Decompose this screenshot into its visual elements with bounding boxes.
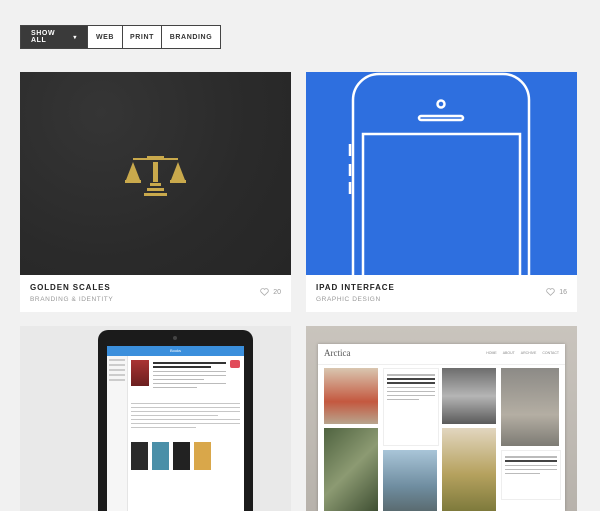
- filter-show-all[interactable]: SHOW ALL ▾: [21, 26, 87, 48]
- photo-tile: [442, 368, 496, 424]
- arctica-nav-item: ABOUT: [502, 351, 515, 355]
- heart-icon: [230, 360, 240, 368]
- like-count: 16: [559, 288, 567, 296]
- like-count: 20: [273, 288, 281, 296]
- card-category[interactable]: BRANDING & IDENTITY: [30, 296, 113, 303]
- tablet-app-title: Books: [169, 348, 182, 353]
- photo-tile: [442, 428, 496, 511]
- book-description: [131, 400, 240, 431]
- tablet-main: [131, 360, 240, 511]
- post-card: [501, 450, 561, 500]
- card-category[interactable]: GRAPHIC DESIGN: [316, 296, 381, 303]
- card-title[interactable]: IPAD INTERFACE: [316, 283, 395, 292]
- photo-tile: [324, 428, 378, 511]
- filter-web-label: WEB: [95, 33, 115, 41]
- arctica-nav-item: HOME: [486, 351, 497, 355]
- filter-branding-label: BRANDING: [169, 33, 213, 41]
- filter-show-all-label: SHOW ALL: [31, 30, 56, 44]
- arctica-nav: HOME ABOUT ARCHIVE CONTACT: [486, 351, 559, 355]
- filter-print[interactable]: PRINT: [122, 26, 161, 48]
- like-counter[interactable]: 16: [546, 288, 567, 296]
- card-title[interactable]: GOLDEN SCALES: [30, 283, 111, 292]
- chevron-down-icon: ▾: [73, 34, 77, 41]
- golden-scales-logo-icon: [125, 156, 186, 196]
- book-details-text: [153, 360, 226, 391]
- like-counter[interactable]: 20: [260, 288, 281, 296]
- filter-web[interactable]: WEB: [87, 26, 122, 48]
- book-cover-image: [131, 360, 149, 386]
- heart-outline-icon: [260, 288, 269, 296]
- arctica-nav-item: CONTACT: [542, 351, 559, 355]
- tablet-mockup: Books: [98, 330, 253, 511]
- book-thumbnail: [131, 442, 148, 470]
- portfolio-card-golden-scales[interactable]: GOLDEN SCALES BRANDING & IDENTITY 20: [20, 72, 291, 312]
- phone-outline-illustration: [348, 72, 531, 296]
- tablet-app-bar: Books: [107, 346, 244, 356]
- tablet-sidebar: [107, 356, 128, 511]
- heart-outline-icon: [546, 288, 555, 296]
- arctica-website-mockup: Arctica HOME ABOUT ARCHIVE CONTACT: [318, 344, 565, 511]
- photo-tile: [501, 368, 559, 446]
- post-card: [383, 368, 439, 446]
- arctica-logo: Arctica: [324, 348, 351, 358]
- ipad-interface-thumbnail[interactable]: [306, 72, 577, 296]
- portfolio-card-ipad-interface[interactable]: IPAD INTERFACE GRAPHIC DESIGN 16: [306, 72, 577, 312]
- filter-branding[interactable]: BRANDING: [161, 26, 220, 48]
- filter-print-label: PRINT: [130, 33, 154, 41]
- tablet-screen: Books: [107, 346, 244, 511]
- portfolio-card-arctica[interactable]: Arctica HOME ABOUT ARCHIVE CONTACT: [306, 326, 577, 511]
- photo-tile: [324, 368, 378, 424]
- golden-scales-thumbnail[interactable]: [20, 72, 291, 275]
- book-thumbnail: [194, 442, 211, 470]
- related-books: [131, 442, 240, 470]
- tablet-camera: [173, 336, 177, 340]
- portfolio-card-tablet-app[interactable]: Books: [20, 326, 291, 511]
- arctica-header: Arctica HOME ABOUT ARCHIVE CONTACT: [318, 344, 565, 365]
- book-thumbnail: [152, 442, 169, 470]
- photo-tile: [383, 450, 437, 511]
- book-thumbnail: [173, 442, 190, 470]
- portfolio-filter-bar: SHOW ALL ▾ WEB PRINT BRANDING: [20, 25, 221, 49]
- arctica-nav-item: ARCHIVE: [520, 351, 537, 355]
